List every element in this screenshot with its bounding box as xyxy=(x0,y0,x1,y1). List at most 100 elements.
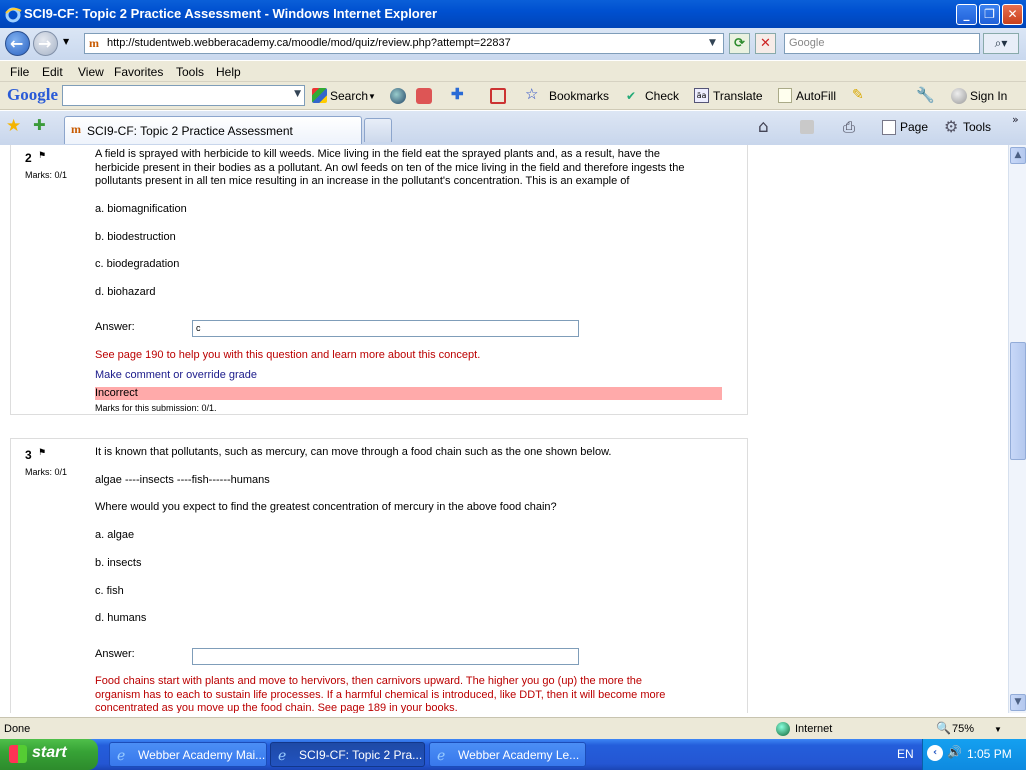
menu-favorites[interactable]: Favorites xyxy=(114,65,163,79)
history-dropdown-icon[interactable]: ▼ xyxy=(63,37,69,46)
question-marks: Marks: 0/1 xyxy=(25,467,68,477)
system-tray: ‹ 🔊 1:05 PM xyxy=(922,739,1026,770)
page-menu[interactable]: Page xyxy=(900,120,928,134)
flag-icon: ⚑ xyxy=(38,448,47,458)
status-text: Done xyxy=(4,723,31,735)
option-b: b. biodestruction xyxy=(95,231,176,243)
language-indicator[interactable]: EN xyxy=(897,747,914,761)
sign-in-button[interactable]: Sign In xyxy=(970,89,1007,103)
tools-menu[interactable]: Tools xyxy=(963,120,991,134)
search-go-icon[interactable]: ⌕▾ xyxy=(983,33,1019,54)
moodle-favicon-icon: m xyxy=(89,36,99,50)
start-label: start xyxy=(32,744,67,761)
start-button[interactable]: start xyxy=(0,739,98,770)
stop-icon[interactable]: ✕ xyxy=(755,33,776,54)
taskbar-item[interactable]: ℯ Webber Academy Mai... xyxy=(109,742,267,767)
vertical-scrollbar[interactable]: ▲ ▼ xyxy=(1008,145,1026,713)
feedback-text: See page 190 to help you with this quest… xyxy=(95,349,481,361)
new-tab-button[interactable] xyxy=(364,118,392,142)
option-b: b. insects xyxy=(95,557,142,569)
scroll-up-icon[interactable]: ▲ xyxy=(1010,147,1026,164)
page-icon xyxy=(882,120,896,135)
menu-edit[interactable]: Edit xyxy=(42,65,63,79)
popup-blocker-icon[interactable] xyxy=(416,88,432,104)
google-search-button[interactable]: Search xyxy=(330,89,368,103)
status-bar: Done Internet 🔍 75% ▼ xyxy=(0,717,1026,739)
volume-icon[interactable]: 🔊 xyxy=(947,745,962,759)
feedback-line: concentrated as you move up the food cha… xyxy=(95,702,458,713)
menu-help[interactable]: Help xyxy=(216,65,241,79)
zoom-dropdown-icon[interactable]: ▼ xyxy=(994,725,1002,734)
search-placeholder: Google xyxy=(789,37,825,49)
option-d: d. humans xyxy=(95,612,147,624)
minimize-button[interactable]: _ xyxy=(956,4,977,25)
translate-button[interactable]: Translate xyxy=(713,89,763,103)
toolbar-overflow-icon[interactable]: » xyxy=(1012,113,1019,126)
favorites-star-icon[interactable]: ★ xyxy=(6,116,21,136)
back-button[interactable]: ← xyxy=(5,31,30,56)
ie-icon: ℯ xyxy=(117,747,126,763)
option-a: a. biomagnification xyxy=(95,203,187,215)
page-content: 2 ⚑ Marks: 0/1 A field is sprayed with h… xyxy=(0,145,1008,713)
taskbar-item[interactable]: ℯ Webber Academy Le... xyxy=(429,742,586,767)
scroll-down-icon[interactable]: ▼ xyxy=(1010,694,1026,711)
question-text-line: pollutants present in all ten mice resul… xyxy=(95,175,630,187)
question-number: 2 xyxy=(25,151,32,165)
menu-view[interactable]: View xyxy=(78,65,104,79)
scroll-thumb[interactable] xyxy=(1010,342,1026,460)
feedback-line: organism has to each to sustain life pro… xyxy=(95,688,666,701)
google-search-dropdown-icon[interactable]: ▼ xyxy=(294,89,301,99)
highlight-icon[interactable]: ✎ xyxy=(852,86,864,103)
address-field[interactable]: m http://studentweb.webberacademy.ca/moo… xyxy=(84,33,724,54)
feedback-line: Food chains start with plants and move t… xyxy=(95,675,643,687)
comment-link[interactable]: Make comment or override grade xyxy=(95,369,257,381)
popup-icon[interactable] xyxy=(490,88,506,104)
address-dropdown-icon[interactable]: ▼ xyxy=(709,38,716,48)
google-search-input[interactable]: ▼ xyxy=(62,85,305,106)
taskbar-item-label: SCI9-CF: Topic 2 Pra... xyxy=(299,748,423,762)
globe-icon[interactable] xyxy=(390,88,406,104)
answer-label: Answer: xyxy=(95,321,135,333)
bookmarks-button[interactable]: Bookmarks xyxy=(549,89,609,103)
menu-file[interactable]: File xyxy=(10,65,29,79)
zoom-icon: 🔍 xyxy=(936,721,951,735)
autofill-button[interactable]: AutoFill xyxy=(796,89,836,103)
plus-icon[interactable]: ✚ xyxy=(451,85,464,103)
zoom-level[interactable]: 75% xyxy=(952,723,974,735)
search-dropdown-icon[interactable]: ▼ xyxy=(368,92,376,101)
home-icon[interactable]: ⌂ xyxy=(758,117,769,137)
live-search-input[interactable]: Google xyxy=(784,33,980,54)
tray-expand-icon[interactable]: ‹ xyxy=(927,745,943,761)
taskbar-item-active[interactable]: ℯ SCI9-CF: Topic 2 Pra... xyxy=(270,742,425,767)
add-favorite-icon[interactable]: ✚ xyxy=(33,116,46,134)
tab-active[interactable]: m SCI9-CF: Topic 2 Practice Assessment xyxy=(64,116,362,144)
autofill-icon xyxy=(778,88,792,103)
menu-tools[interactable]: Tools xyxy=(176,65,204,79)
answer-input[interactable]: c xyxy=(192,320,579,337)
feeds-icon[interactable] xyxy=(800,120,814,134)
internet-zone-icon xyxy=(776,722,790,736)
result-incorrect-bar: Incorrect xyxy=(95,387,722,400)
refresh-icon[interactable]: ⟳ xyxy=(729,33,750,54)
forward-button[interactable]: → xyxy=(33,31,58,56)
clock: 1:05 PM xyxy=(967,747,1012,761)
tab-favicon-icon: m xyxy=(71,122,81,136)
signin-icon xyxy=(951,88,967,104)
question-marks: Marks: 0/1 xyxy=(25,170,68,180)
close-button[interactable]: ✕ xyxy=(1002,4,1023,25)
wrench-icon[interactable]: 🔧 xyxy=(916,86,935,104)
food-chain: algae ----insects ----fish------humans xyxy=(95,474,270,486)
answer-input[interactable] xyxy=(192,648,579,665)
check-button[interactable]: Check xyxy=(645,89,679,103)
forward-arrow-icon: → xyxy=(38,34,52,53)
taskbar-item-label: Webber Academy Mai... xyxy=(138,748,266,762)
question-2-box: 2 ⚑ Marks: 0/1 A field is sprayed with h… xyxy=(10,145,748,415)
print-icon[interactable]: ⎙ xyxy=(843,118,855,136)
flag-icon: ⚑ xyxy=(38,151,47,161)
windows-logo-icon xyxy=(9,745,27,763)
restore-button[interactable]: ❐ xyxy=(979,4,1000,25)
taskbar-item-label: Webber Academy Le... xyxy=(458,748,580,762)
question-3-box: 3 ⚑ Marks: 0/1 It is known that pollutan… xyxy=(10,438,748,713)
window-title-bar[interactable]: SCI9-CF: Topic 2 Practice Assessment - W… xyxy=(0,0,1026,28)
ie-icon: ℯ xyxy=(278,747,287,763)
